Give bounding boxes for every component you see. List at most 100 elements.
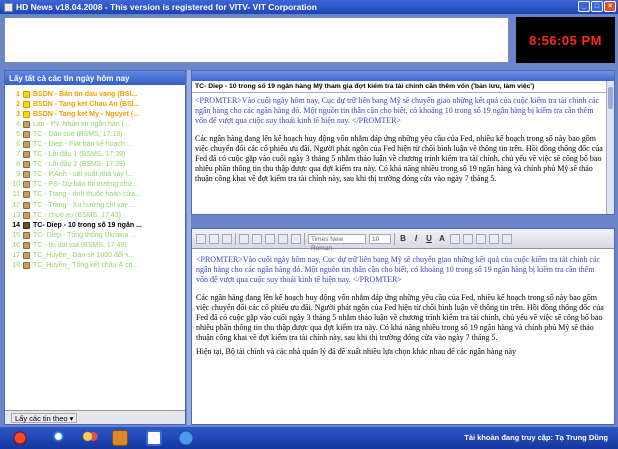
list-item-number: 9 [16,171,20,179]
list-item-number: 16 [12,241,20,249]
list-item-number: 11 [12,191,20,199]
news-item-icon [23,110,30,118]
list-item-number: 14 [12,221,20,229]
new-doc-icon[interactable] [196,233,206,244]
list-item[interactable]: 5 TC - Dân cúe (BSMS, 17:19) [9,129,185,139]
filter-dropdown[interactable]: Lấy các tin theo ▾ [11,413,78,423]
list-item[interactable]: 2 BSDN - Tang ket Chau Au (BSÍ... [9,99,185,109]
article-scrollbar[interactable] [606,81,614,214]
news-item-icon [23,151,30,159]
news-item-icon [23,181,30,189]
justify-icon[interactable] [489,233,499,244]
news-item-icon [23,221,30,229]
list-item[interactable]: 11 TC - Trang - tính thuộc hoàn cửa... [9,190,185,200]
list-item-label: TC_Huyền_ Dàn sẽ 1000 đổi x... [33,252,135,260]
list-item[interactable]: 6 TC - Diep - Fiat báo kế hoạch ... [9,139,185,149]
list-item-label: BSDN - Tang ket My - Nguyet (... [33,110,140,118]
news-item-icon [23,171,30,179]
list-item[interactable]: 13 TC - chuo xu (BSMS, 17:43) [9,210,185,220]
list-item-label: Lan - Pv. Nhàn tin ngân hàn (... [33,120,130,128]
align-left-icon[interactable] [450,233,460,244]
list-item[interactable]: 10 TC - PS- Dự báo thị trường chứ... [9,180,185,190]
cut-icon[interactable] [265,233,275,244]
list-item-label: TC- Diep - Tổng thống Ukraina ... [33,231,137,239]
news-item-icon [23,201,30,209]
search-icon[interactable] [52,430,68,446]
align-center-icon[interactable] [463,233,473,244]
minimize-button[interactable]: _ [578,1,590,12]
article-body: Các ngân hàng đang lên kế hoạch huy động… [195,134,603,183]
list-item-number: 7 [16,151,20,159]
list-item[interactable]: 16 TC - tin dai toà (BSMS, 17:49) [9,240,185,250]
copy-icon[interactable] [278,233,288,244]
list-item-number: 1 [16,90,20,98]
toolbar-divider [304,232,305,245]
close-button[interactable]: × [604,1,616,12]
list-item-number: 5 [16,130,20,138]
news-list-footer: Lấy các tin theo ▾ [5,410,185,424]
list-item[interactable]: 17 TC_Huyền_ Dàn sẽ 1000 đổi x... [9,251,185,261]
italic-button[interactable]: I [411,234,421,243]
font-color-button[interactable]: A [437,234,447,243]
list-item-number: 18 [12,262,20,270]
record-icon[interactable] [12,430,28,446]
news-item-icon [23,191,30,199]
list-item-label: TC - Trang - tính thuộc hoàn cửa... [33,191,141,199]
align-right-icon[interactable] [476,233,486,244]
list-item-label: TC - Dân cúe (BSMS, 17:19) [33,130,123,138]
list-item[interactable]: 12 TC - Trang - Xu hướng chỉ vay ... [9,200,185,210]
list-item-number: 13 [12,211,20,219]
title-bar: HD News v18.04.2008 - This version is re… [0,0,618,14]
list-item[interactable]: 1 BSDN - Bán tin dau vang (BSÍ... [9,89,185,99]
editor-toolbar: Times New Roman 10 B I U A [192,229,614,252]
list-item-label: TC - Trang - Xu hướng chỉ vay ... [33,201,136,209]
news-list-header[interactable]: Lấy tất cả các tin ngày hôm nay [5,71,185,85]
list-item[interactable]: 3 BSDN - Tang ket My - Nguyet (... [9,109,185,119]
list-item[interactable]: 4 Lan - Pv. Nhàn tin ngân hàn (... [9,119,185,129]
window-title: HD News v18.04.2008 - This version is re… [16,2,317,12]
news-item-icon [23,120,30,128]
list-item-number: 8 [16,161,20,169]
toolbar-divider [235,232,236,245]
list-item[interactable]: 18 TC_Huyền_ Tổng kết châu Á ch... [9,261,185,271]
undo-icon[interactable] [239,233,249,244]
list-item-label: TC - Lãi dầu 2 (BSMS, 17:39) [33,161,126,169]
news-item-icon [23,130,30,138]
list-item-number: 6 [16,141,20,149]
paste-icon[interactable] [291,233,301,244]
users-icon[interactable] [82,430,98,446]
list-icon[interactable] [146,430,162,446]
scrollbar-thumb[interactable] [608,87,613,109]
list-item[interactable]: 8 TC - Lãi dầu 2 (BSMS, 17:39) [9,160,185,170]
list-item[interactable]: 15 TC- Diep - Tổng thống Ukraina ... [9,230,185,240]
list-item-number: 3 [16,110,20,118]
font-name-select[interactable]: Times New Roman [308,233,366,252]
window-controls: _ □ × [578,1,616,12]
maximize-button[interactable]: □ [591,1,603,12]
help-icon[interactable] [178,430,194,446]
redo-icon[interactable] [252,233,262,244]
print-icon[interactable] [222,233,232,244]
bullets-icon[interactable] [502,233,512,244]
news-item-icon [23,241,30,249]
article-panel-header [192,71,614,81]
article-lead: <PROMTER>Vào cuối ngày hôm nay, Cục dự t… [195,96,600,125]
save-icon[interactable] [209,233,219,244]
list-item-number: 10 [12,181,20,189]
article-preview-panel: TC- Diep - 10 trong số 19 ngân hàng Mỹ t… [191,70,615,215]
list-item[interactable]: 9 TC - P.Anh - cắt xuất nhà vay l... [9,170,185,180]
article-title: TC- Diep - 10 trong số 19 ngân hàng Mỹ t… [192,81,614,93]
list-item-number: 17 [12,252,20,260]
editor-body-continued: Hiện tại, Bộ tài chính và các nhà quản l… [196,347,516,356]
font-size-select[interactable]: 10 [369,233,391,244]
bold-button[interactable]: B [398,234,408,243]
news-item-icon [23,262,30,270]
list-item[interactable]: 14 TC- Diep - 10 trong số 19 ngân ... [9,220,185,230]
editor-text-area[interactable]: <PROMTER>Vào cuối ngày hôm nay, Cục dự t… [192,249,614,419]
app-icon [4,2,13,12]
list-item[interactable]: 7 TC - Lãi dầu 1 (BSMS, 17:39) [9,150,185,160]
package-icon[interactable] [112,430,128,446]
underline-button[interactable]: U [424,234,434,243]
editor-panel: Times New Roman 10 B I U A <PROMTER>Vào … [191,228,615,425]
editor-lead: <PROMTER>Vào cuối ngày hôm nay, Cục dự t… [196,255,601,284]
